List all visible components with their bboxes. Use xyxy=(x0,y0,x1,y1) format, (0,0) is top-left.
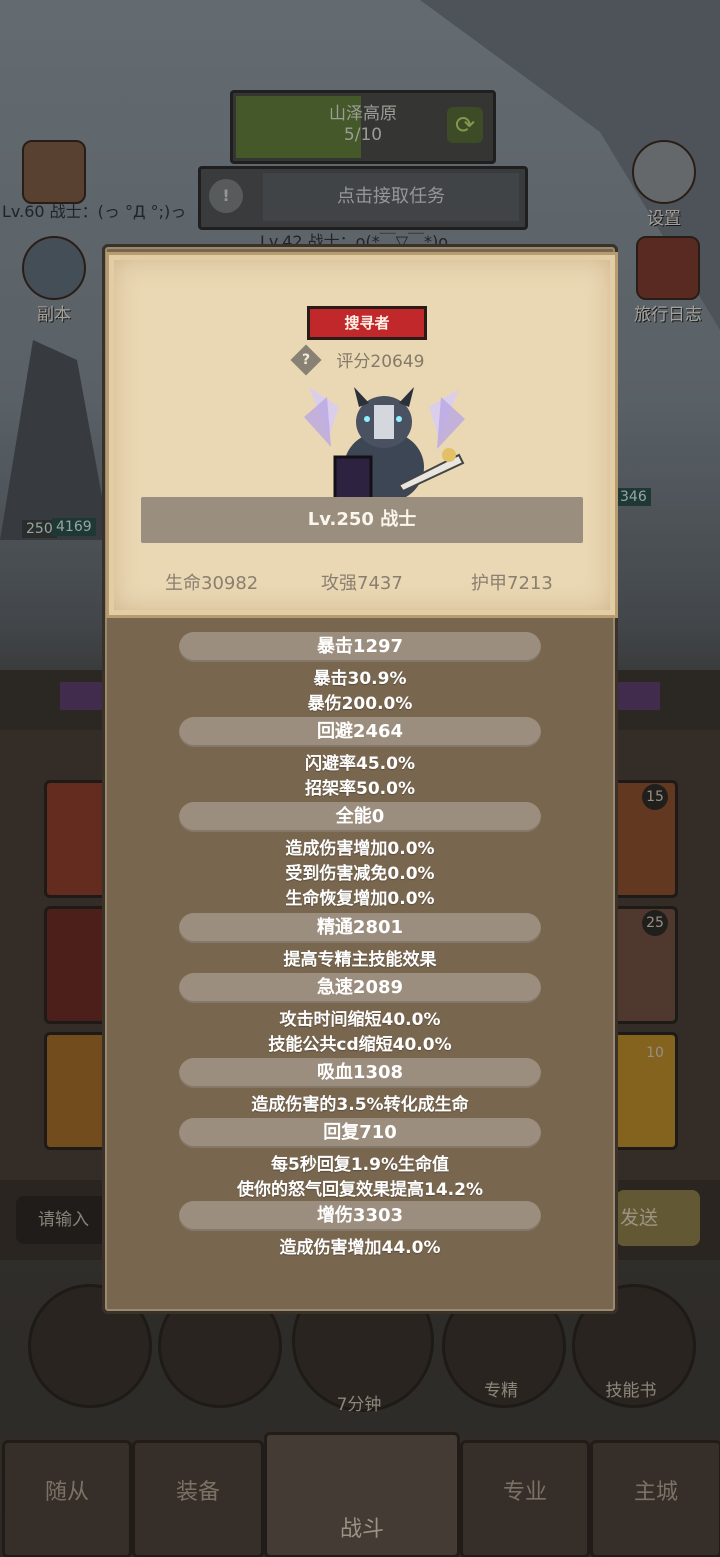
hero-name-bar: Lv.250 战士 xyxy=(141,497,583,543)
character-card: 搜寻者 ? 评分20649 Lv.250 战士 生命30982 攻强7437 护… xyxy=(106,252,618,618)
stat-detail: 招架率50.0% xyxy=(305,779,415,799)
stat-detail: 暴击30.9% xyxy=(313,669,407,689)
stat-detail: 暴伤200.0% xyxy=(307,694,413,714)
stat-detail: 技能公共cd缩短40.0% xyxy=(268,1035,452,1055)
stat-header-regen: 回复710 xyxy=(179,1118,541,1148)
stat-header-avoidance: 回避2464 xyxy=(179,717,541,747)
title-tag: 搜寻者 xyxy=(307,306,427,340)
stat-detail: 提高专精主技能效果 xyxy=(283,950,437,970)
stat-detail: 受到伤害减免0.0% xyxy=(285,864,435,884)
stat-header-damage-bonus: 增伤3303 xyxy=(179,1201,541,1231)
hp-stat: 生命30982 xyxy=(165,573,259,594)
stat-detail: 生命恢复增加0.0% xyxy=(285,889,435,909)
character-stats-dialog: 搜寻者 ? 评分20649 Lv.250 战士 生命30982 攻强7437 护… xyxy=(102,244,618,1314)
stat-header-versatility: 全能0 xyxy=(179,802,541,832)
armor-stat: 护甲7213 xyxy=(471,573,553,594)
stat-header-haste: 急速2089 xyxy=(179,973,541,1003)
stat-detail: 使你的怒气回复效果提高14.2% xyxy=(237,1180,483,1200)
stat-detail: 每5秒回复1.9%生命值 xyxy=(271,1155,449,1175)
hero-portrait xyxy=(304,387,465,503)
attack-power-stat: 攻强7437 xyxy=(321,573,403,594)
stat-header-lifesteal: 吸血1308 xyxy=(179,1058,541,1088)
stat-detail: 造成伤害增加0.0% xyxy=(285,839,435,859)
stat-detail: 闪避率45.0% xyxy=(305,754,415,774)
stat-header-mastery: 精通2801 xyxy=(179,913,541,943)
stat-header-crit: 暴击1297 xyxy=(179,632,541,662)
stat-detail: 造成伤害的3.5%转化成生命 xyxy=(251,1095,469,1115)
stat-detail: 造成伤害增加44.0% xyxy=(279,1238,441,1258)
stat-detail: 攻击时间缩短40.0% xyxy=(279,1010,441,1030)
